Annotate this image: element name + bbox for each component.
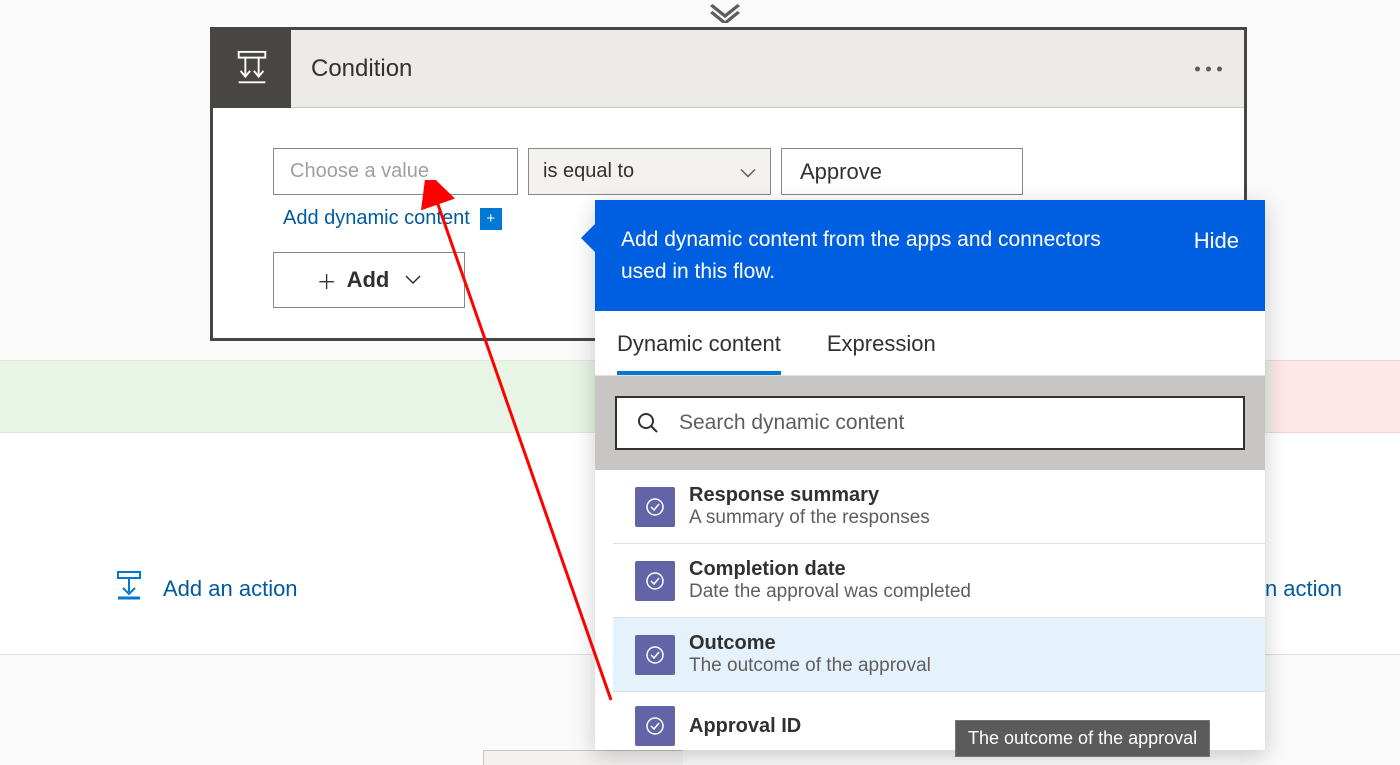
add-action-yes-button[interactable]: Add an action <box>113 570 298 607</box>
approval-icon <box>635 706 675 746</box>
popover-header: Add dynamic content from the apps and co… <box>595 200 1265 311</box>
list-item[interactable]: Completion date Date the approval was co… <box>613 544 1265 618</box>
operator-value: is equal to <box>543 160 634 183</box>
popover-hide-button[interactable]: Hide <box>1194 224 1239 254</box>
condition-icon <box>213 30 291 108</box>
approval-icon <box>635 561 675 601</box>
chevron-down-icon <box>405 271 421 289</box>
search-input[interactable] <box>679 411 1223 435</box>
list-item[interactable]: Outcome The outcome of the approval <box>613 618 1265 692</box>
dynamic-content-popover: Add dynamic content from the apps and co… <box>595 200 1265 750</box>
search-box[interactable] <box>615 396 1245 450</box>
operator-select[interactable]: is equal to <box>528 148 771 195</box>
chevron-down-icon <box>740 160 756 183</box>
item-title: Outcome <box>689 632 931 655</box>
no-branch-band <box>1270 360 1400 433</box>
item-title: Response summary <box>689 484 930 507</box>
add-button[interactable]: ＋ Add <box>273 252 465 308</box>
item-desc: A summary of the responses <box>689 507 930 529</box>
tab-expression[interactable]: Expression <box>827 331 936 375</box>
add-action-no-button[interactable]: an action <box>1253 576 1342 602</box>
add-action-icon <box>113 570 145 607</box>
compare-value-input[interactable]: Approve <box>781 148 1023 195</box>
plus-icon: ＋ <box>317 266 337 295</box>
item-title: Approval ID <box>689 715 801 738</box>
tab-dynamic-content[interactable]: Dynamic content <box>617 331 781 375</box>
condition-header[interactable]: Condition <box>213 30 1244 108</box>
item-desc: The outcome of the approval <box>689 655 931 677</box>
item-desc: Date the approval was completed <box>689 581 971 603</box>
more-menu-button[interactable] <box>1195 66 1222 71</box>
approval-icon <box>635 635 675 675</box>
add-button-label: Add <box>347 267 390 293</box>
approval-icon <box>635 487 675 527</box>
compare-value-text: Approve <box>800 159 882 185</box>
tooltip: The outcome of the approval <box>955 720 1210 757</box>
item-title: Completion date <box>689 558 971 581</box>
add-dynamic-content-link[interactable]: Add dynamic content <box>283 207 470 230</box>
condition-title: Condition <box>311 55 412 83</box>
add-dynamic-plus-button[interactable]: + <box>480 208 502 230</box>
card-shelf <box>483 750 683 765</box>
search-icon <box>637 412 659 434</box>
choose-value-input[interactable] <box>273 148 518 195</box>
add-action-yes-label: Add an action <box>163 576 298 602</box>
popover-message: Add dynamic content from the apps and co… <box>621 224 1141 287</box>
popover-tabs: Dynamic content Expression <box>595 311 1265 376</box>
callout-beak <box>581 224 595 252</box>
search-wrap <box>595 376 1265 470</box>
list-item[interactable]: Response summary A summary of the respon… <box>613 470 1265 544</box>
dynamic-content-list: Response summary A summary of the respon… <box>595 470 1265 750</box>
